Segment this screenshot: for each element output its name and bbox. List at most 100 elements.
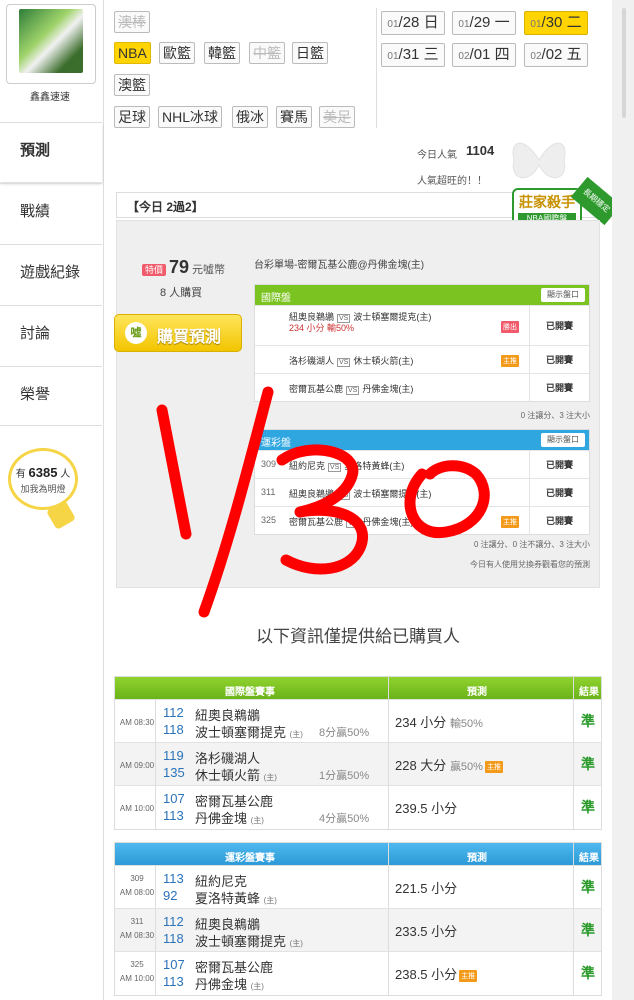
team-number: 119 [163,748,184,763]
game-number: 325 [261,515,277,525]
spread-rate: 4分贏50% [319,813,370,825]
game-time: AM 08:30 [119,718,155,727]
home-marker: (主) [289,939,303,948]
sport-chip-nba[interactable]: NBA [114,42,151,64]
main-content: 澳棒 NBA 歐籃 韓籃 中籃 日籃 澳籃 足球 NHL冰球 俄冰 賽馬 美足 … [104,0,622,1000]
scrollbar[interactable] [612,0,634,1000]
buyer-count: 8 人購買 [160,287,203,299]
lottery-mini-header: 運彩盤 顯示盤口 [255,430,589,450]
result: 準 [581,965,595,981]
avatar[interactable] [19,9,83,73]
team-number: 113 [163,871,184,886]
intl-table: 國際盤賽事 預測 結果 AM 08:30 112 紐奧良鵜鶘 118 波士頓塞爾… [114,676,602,830]
table-row: AM 09:00 119 洛杉磯湖人 135 休士頓火箭 (主) 1分贏50% … [115,742,601,785]
home-team: 波士頓塞爾提克(主) [353,312,432,322]
date-tab[interactable]: 02/02 五 [524,43,588,67]
spread-rate: 1分贏50% [319,770,370,782]
home-team: 休士頓火箭 (主) [195,765,277,784]
matchup: 紐約尼克 VS 夏洛特黃蜂(主) [289,459,404,472]
sport-chip[interactable]: 賽馬 [276,106,312,128]
sport-chip[interactable]: 中籃 [249,42,285,64]
buy-label: 購買預測 [157,329,222,346]
sidebar-item-honors[interactable]: 榮譽 [0,366,102,426]
team-number: 107 [163,957,185,972]
lottery-table: 運彩盤賽事 預測 結果 309 AM 08:00 113 紐約尼克 92 夏洛特… [114,842,602,996]
pick-tag: 主推 [501,516,519,528]
matchup: 密爾瓦基公鹿 VS 丹佛金塊(主) [289,515,413,528]
fans-bulb[interactable]: 有 6385 人 加我為明燈 [8,448,78,510]
away-team: 洛杉磯湖人 [289,356,335,366]
date-tab[interactable]: 02/01 四 [452,43,516,67]
date-month: 01 [387,51,399,62]
home-team-name: 休士頓火箭 [195,768,261,783]
sport-chip[interactable]: 俄冰 [232,106,268,128]
coin-icon: 噓 [125,322,147,344]
sport-chip[interactable]: 歐籃 [159,42,195,64]
game-number: 311 [261,487,276,497]
popularity-label: 今日人氣 [417,150,457,161]
date-weekday: 一 [494,14,510,31]
pick-tag: 主推 [484,760,503,773]
prediction-value: 233.5 小分 [395,924,458,939]
intl-mini-header: 國際盤 顯示盤口 [255,285,589,305]
buy-prediction-button[interactable]: 噓購買預測 [114,314,242,352]
fans-count: 6385 [28,465,58,480]
date-weekday: 五 [566,46,582,63]
mini-row: 洛杉磯湖人 VS 休士頓火箭(主) 主推 已開賽 [255,345,589,374]
date-tab[interactable]: 01/31 三 [381,43,445,67]
game-time: AM 08:00 [119,888,155,897]
sport-chip[interactable]: 澳籃 [114,74,150,96]
lottery-table-header: 運彩盤賽事 預測 結果 [115,843,601,865]
show-odds-button[interactable]: 顯示盤口 [541,288,585,302]
sidebar-item-record[interactable]: 戰績 [0,183,102,243]
prediction: 228 大分 贏50% 主推 [395,755,503,774]
intl-summary: 0 注讓分、3 注大小 [520,411,590,420]
home-team: 丹佛金塊 (主) [195,974,264,993]
scrollbar-thumb[interactable] [622,8,626,118]
table-row: 311 AM 08:30 112 紐奧良鵜鶘 118 波士頓塞爾提克 (主) 2… [115,908,601,951]
vs-icon: VS [337,491,351,500]
sport-chip[interactable]: 日籃 [292,42,328,64]
mini-row: 309 紐約尼克 VS 夏洛特黃蜂(主) 已開賽 [255,450,589,479]
show-odds-button[interactable]: 顯示盤口 [541,433,585,447]
price-value: 79 [169,257,190,277]
sidebar-item-discussion[interactable]: 討論 [0,305,102,365]
away-team: 密爾瓦基公鹿 [289,384,344,394]
avatar-frame[interactable] [6,4,96,84]
vs-icon: VS [328,463,342,472]
vs-icon: VS [337,358,351,367]
date-tab-active[interactable]: 01/30 二 [524,11,588,35]
team-number: 118 [163,722,184,737]
header-result: 結果 [579,687,599,698]
home-team: 夏洛特黃蜂(主) [344,461,405,471]
date-weekday: 日 [423,14,439,31]
table-row: AM 08:30 112 紐奧良鵜鶘 118 波士頓塞爾提克 (主) 8分贏50… [115,699,601,742]
game-status: 已開賽 [529,479,589,507]
sport-chip[interactable]: 澳棒 [114,11,150,33]
date-tab[interactable]: 01/28 日 [381,11,445,35]
team-number: 118 [163,931,184,946]
sidebar-item-predictions[interactable]: 預測 [0,122,102,182]
game-time: AM 08:30 [119,931,155,940]
sport-chip[interactable]: 韓籃 [204,42,240,64]
date-tab[interactable]: 01/29 一 [452,11,516,35]
prediction: 238.5 小分 主推 [395,964,478,983]
badge-title: 莊家殺手 [519,194,575,210]
sport-chip[interactable]: 足球 [114,106,150,128]
home-team: 夏洛特黃蜂 (主) [195,888,277,907]
sport-chip[interactable]: NHL冰球 [158,106,223,128]
fans-prefix: 有 [15,469,26,480]
home-team: 丹佛金塊(主) [362,517,414,527]
pick-tag: 主推 [501,355,519,367]
sidebar-item-game-history[interactable]: 遊戲紀錄 [0,244,102,304]
result: 準 [581,713,595,729]
game-number: 311 [130,917,144,926]
header-prediction: 預測 [467,687,487,698]
prediction-sub: 贏50% [449,761,483,773]
header-games: 運彩盤賽事 [225,853,275,864]
sport-chip[interactable]: 美足 [319,106,355,128]
intl-mini-table: 國際盤 顯示盤口 紐奧良鵜鶘 VS 波士頓塞爾提克(主) 234 小分 輸50% 勝出… [254,284,590,402]
team-number: 92 [163,888,178,903]
divider [376,8,377,128]
team-number: 112 [163,914,184,929]
